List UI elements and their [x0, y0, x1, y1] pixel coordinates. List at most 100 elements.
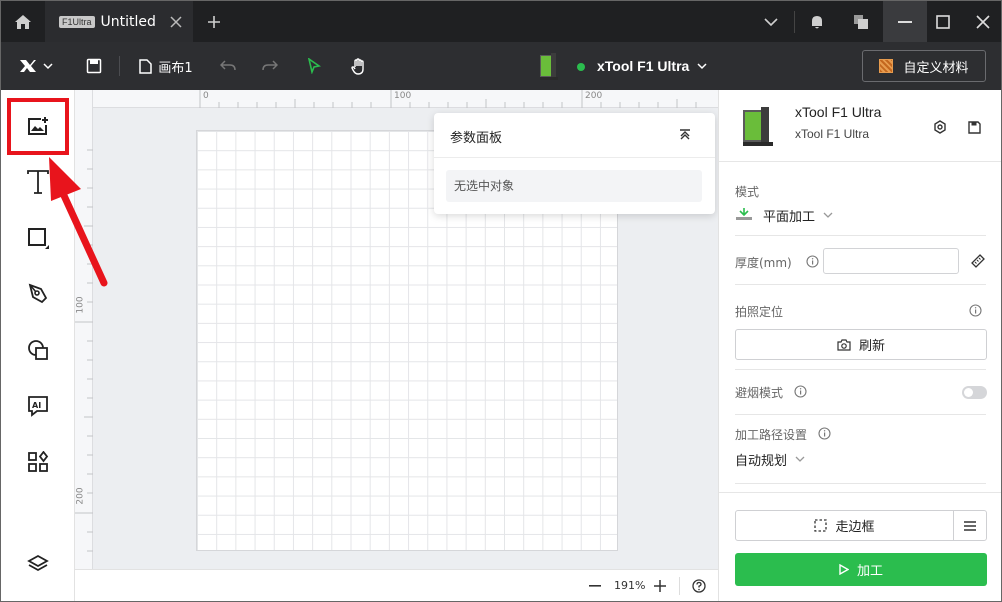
- notification-button[interactable]: [795, 1, 839, 42]
- add-tab-button[interactable]: [201, 9, 227, 35]
- ai-icon: AI: [28, 396, 48, 417]
- mode-label: 模式: [735, 185, 760, 199]
- zoom-level[interactable]: 191%: [614, 579, 645, 592]
- plus-icon: [654, 580, 666, 592]
- divider: [735, 235, 986, 236]
- measure-button[interactable]: [969, 252, 987, 270]
- canvas-name: 画布1: [158, 60, 193, 76]
- close-window-button[interactable]: [961, 1, 1001, 42]
- positioning-label: 拍照定位: [735, 305, 784, 319]
- thickness-input[interactable]: [823, 248, 959, 274]
- divider: [434, 157, 715, 158]
- minimize-icon: [898, 20, 912, 23]
- collapse-panel-button[interactable]: [676, 127, 694, 143]
- zoom-in-button[interactable]: [650, 577, 670, 595]
- custom-material-button[interactable]: 自定义材料: [862, 50, 986, 82]
- ruler-label: 0: [203, 91, 209, 101]
- chevron-down-icon: [795, 456, 805, 462]
- divider: [735, 414, 986, 415]
- apps-icon: [28, 451, 49, 472]
- frame-options-button[interactable]: [954, 511, 986, 540]
- ruler-icon: [971, 254, 985, 268]
- chevron-down-icon: [823, 212, 833, 218]
- undo-button[interactable]: [215, 42, 241, 90]
- info-icon: [794, 385, 807, 398]
- home-button[interactable]: [1, 1, 45, 42]
- redo-button[interactable]: [257, 42, 283, 90]
- tab-title: Untitled: [100, 13, 156, 30]
- help-button[interactable]: [689, 577, 709, 595]
- divider: [735, 369, 986, 370]
- path-value: 自动规划: [735, 453, 788, 469]
- save-icon: [86, 58, 102, 74]
- device-panel-name: xTool F1 Ultra: [795, 104, 882, 120]
- collapse-icon: [680, 129, 690, 140]
- shapes-library-button[interactable]: [18, 330, 58, 370]
- ruler-label: 200: [585, 91, 603, 101]
- device-image: [739, 104, 781, 150]
- device-settings-button[interactable]: [931, 118, 949, 136]
- minus-icon: [589, 585, 601, 587]
- pan-tool-button[interactable]: [346, 42, 372, 90]
- undo-icon: [220, 60, 236, 71]
- apps-button[interactable]: [18, 442, 58, 482]
- shapes-icon: [28, 340, 48, 360]
- no-selection-message: 无选中对象: [446, 170, 702, 202]
- play-icon: [839, 564, 849, 575]
- process-label: 加工: [856, 564, 883, 579]
- frame-button[interactable]: 走边框: [736, 511, 954, 540]
- pointer-icon: [307, 58, 321, 74]
- device-status-dot: [577, 63, 585, 71]
- refresh-button[interactable]: 刷新: [735, 329, 987, 360]
- highlight-box: [7, 98, 69, 155]
- divider: [719, 161, 1001, 162]
- xtool-logo-icon: [20, 60, 36, 72]
- maximize-icon: [936, 14, 950, 29]
- bell-icon: [812, 15, 822, 28]
- save-button[interactable]: [81, 42, 107, 90]
- device-name: xTool F1 Ultra: [597, 58, 690, 74]
- close-tab-icon[interactable]: [169, 15, 183, 29]
- info-icon: [818, 427, 831, 440]
- device-panel: xTool F1 Ultra xTool F1 Ultra 模式 平面加工 厚度…: [718, 90, 1001, 601]
- maximize-button[interactable]: [921, 1, 965, 42]
- device-thumbnail: [537, 51, 561, 83]
- divider: [679, 577, 680, 595]
- smoke-mode-label: 避烟模式: [735, 386, 784, 400]
- select-tool-button[interactable]: [301, 42, 327, 90]
- device-save-button[interactable]: [965, 118, 983, 136]
- tabs-dropdown-button[interactable]: [749, 1, 793, 42]
- help-icon: [692, 579, 706, 593]
- parameter-panel-title: 参数面板: [450, 131, 503, 146]
- camera-icon: [837, 338, 851, 351]
- redo-icon: [262, 60, 278, 71]
- canvas-selector[interactable]: 画布1: [135, 42, 197, 90]
- frame-button-group: 走边框: [735, 510, 987, 541]
- ai-tool-button[interactable]: AI: [18, 386, 58, 426]
- refresh-label: 刷新: [858, 339, 885, 354]
- main-toolbar: 画布1 xTool F1 Ultra 自定义材料: [1, 42, 1001, 90]
- path-settings-label: 加工路径设置: [735, 428, 808, 442]
- smoke-mode-toggle[interactable]: [962, 386, 987, 399]
- ruler-label: 100: [394, 91, 412, 101]
- custom-material-label: 自定义材料: [903, 60, 969, 76]
- document-icon: [139, 58, 153, 74]
- parameter-panel: 参数面板 无选中对象: [434, 113, 715, 214]
- flat-processing-icon: [736, 208, 752, 220]
- info-icon: [969, 304, 982, 317]
- window-switch-button[interactable]: [839, 1, 883, 42]
- gear-icon: [934, 120, 946, 134]
- zoom-out-button[interactable]: [585, 577, 605, 595]
- process-button[interactable]: 加工: [735, 553, 987, 586]
- path-selector[interactable]: 自动规划: [735, 448, 835, 470]
- mode-value: 平面加工: [763, 209, 816, 225]
- chevron-down-icon: [697, 63, 707, 70]
- app-menu-button[interactable]: [13, 42, 59, 90]
- windows-icon: [854, 14, 868, 29]
- layers-button[interactable]: [18, 544, 58, 584]
- device-selector[interactable]: xTool F1 Ultra: [597, 42, 713, 90]
- divider: [735, 483, 986, 484]
- annotation-arrow: [49, 157, 108, 287]
- tab-untitled[interactable]: F1Ultra Untitled: [45, 1, 193, 42]
- mode-selector[interactable]: 平面加工: [735, 204, 855, 226]
